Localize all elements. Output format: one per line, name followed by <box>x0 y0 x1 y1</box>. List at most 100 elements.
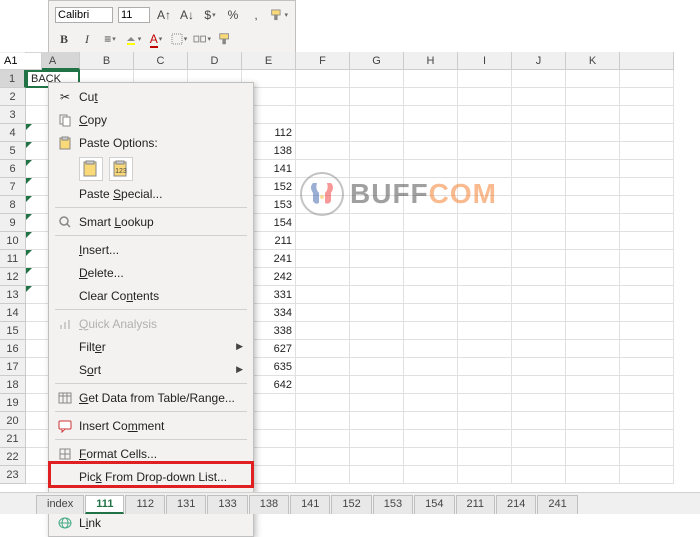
cell[interactable] <box>350 124 404 142</box>
cell[interactable] <box>458 88 512 106</box>
cell[interactable] <box>620 70 674 88</box>
font-name-select[interactable] <box>55 7 113 23</box>
cell[interactable] <box>404 394 458 412</box>
cell[interactable] <box>620 142 674 160</box>
col-header[interactable]: F <box>296 52 350 70</box>
cell[interactable] <box>620 250 674 268</box>
increase-font-icon[interactable]: A↑ <box>155 6 173 24</box>
menu-sort[interactable]: Sort ▶ <box>51 358 251 381</box>
cell[interactable] <box>620 448 674 466</box>
cell[interactable] <box>404 466 458 484</box>
fill-color-icon[interactable] <box>124 30 142 48</box>
cell[interactable] <box>620 214 674 232</box>
sheet-tab[interactable]: index <box>36 495 84 514</box>
sheet-tab[interactable]: 141 <box>290 495 330 514</box>
cell[interactable] <box>404 232 458 250</box>
cell[interactable] <box>512 358 566 376</box>
cell[interactable] <box>350 178 404 196</box>
menu-insert[interactable]: Insert... <box>51 238 251 261</box>
cell[interactable] <box>566 178 620 196</box>
cell[interactable] <box>566 466 620 484</box>
format-painter-icon[interactable] <box>270 6 288 24</box>
menu-get-data[interactable]: Get Data from Table/Range... <box>51 386 251 409</box>
col-header[interactable]: I <box>458 52 512 70</box>
cell[interactable] <box>458 268 512 286</box>
cell[interactable] <box>512 394 566 412</box>
cell[interactable] <box>512 214 566 232</box>
cell[interactable] <box>404 412 458 430</box>
cell[interactable] <box>620 394 674 412</box>
cell[interactable] <box>620 178 674 196</box>
cell[interactable] <box>512 196 566 214</box>
menu-format-cells[interactable]: Format Cells... <box>51 442 251 465</box>
menu-clear-contents[interactable]: Clear Contents <box>51 284 251 307</box>
col-header[interactable]: G <box>350 52 404 70</box>
cell[interactable] <box>512 88 566 106</box>
cell[interactable] <box>566 160 620 178</box>
cell[interactable] <box>620 286 674 304</box>
cell[interactable] <box>404 178 458 196</box>
align-icon[interactable]: ≡ <box>101 30 119 48</box>
cell[interactable] <box>458 448 512 466</box>
cell[interactable] <box>404 358 458 376</box>
cell[interactable] <box>404 430 458 448</box>
cell[interactable] <box>350 196 404 214</box>
cell[interactable] <box>566 376 620 394</box>
cell[interactable] <box>296 124 350 142</box>
row-header[interactable]: 5 <box>0 142 26 160</box>
row-header[interactable]: 12 <box>0 268 26 286</box>
cell[interactable] <box>458 430 512 448</box>
paste-option-values[interactable]: 123 <box>109 157 133 181</box>
borders-icon[interactable] <box>170 30 188 48</box>
cell[interactable] <box>350 340 404 358</box>
cell[interactable] <box>350 466 404 484</box>
cell[interactable] <box>458 466 512 484</box>
row-header[interactable]: 9 <box>0 214 26 232</box>
row-header[interactable]: 19 <box>0 394 26 412</box>
sheet-tab[interactable]: 133 <box>207 495 247 514</box>
cell[interactable] <box>512 232 566 250</box>
cell[interactable] <box>512 376 566 394</box>
cell[interactable] <box>350 70 404 88</box>
cell[interactable] <box>512 106 566 124</box>
col-header[interactable] <box>620 52 674 70</box>
cell[interactable] <box>296 142 350 160</box>
cell[interactable] <box>350 376 404 394</box>
menu-smart-lookup[interactable]: Smart Lookup <box>51 210 251 233</box>
cell[interactable] <box>350 448 404 466</box>
cell[interactable] <box>350 394 404 412</box>
comma-format-icon[interactable]: , <box>247 6 265 24</box>
cell[interactable] <box>620 160 674 178</box>
menu-copy[interactable]: Copy <box>51 108 251 131</box>
col-header[interactable]: J <box>512 52 566 70</box>
cell[interactable] <box>296 340 350 358</box>
cell[interactable] <box>458 340 512 358</box>
paste-option-normal[interactable] <box>79 157 103 181</box>
cell[interactable] <box>404 214 458 232</box>
row-header[interactable]: 6 <box>0 160 26 178</box>
cell[interactable] <box>296 232 350 250</box>
cell[interactable] <box>350 160 404 178</box>
cell[interactable] <box>350 358 404 376</box>
col-header[interactable]: E <box>242 52 296 70</box>
cell[interactable] <box>566 340 620 358</box>
cell[interactable] <box>350 412 404 430</box>
row-header[interactable]: 4 <box>0 124 26 142</box>
cell[interactable] <box>458 412 512 430</box>
bold-icon[interactable]: B <box>55 30 73 48</box>
cell[interactable] <box>296 178 350 196</box>
sheet-tab[interactable]: 153 <box>373 495 413 514</box>
sheet-tab[interactable]: 111 <box>85 495 124 514</box>
cell[interactable] <box>620 466 674 484</box>
cell[interactable] <box>404 286 458 304</box>
cell[interactable] <box>620 232 674 250</box>
cell[interactable] <box>350 322 404 340</box>
cell[interactable] <box>512 160 566 178</box>
menu-pick-from-list[interactable]: Pick From Drop-down List... <box>51 465 251 488</box>
sheet-tab[interactable]: 112 <box>125 495 165 514</box>
row-header[interactable]: 20 <box>0 412 26 430</box>
format-painter2-icon[interactable] <box>216 30 234 48</box>
cell[interactable] <box>566 196 620 214</box>
cell[interactable] <box>404 160 458 178</box>
menu-insert-comment[interactable]: Insert Comment <box>51 414 251 437</box>
